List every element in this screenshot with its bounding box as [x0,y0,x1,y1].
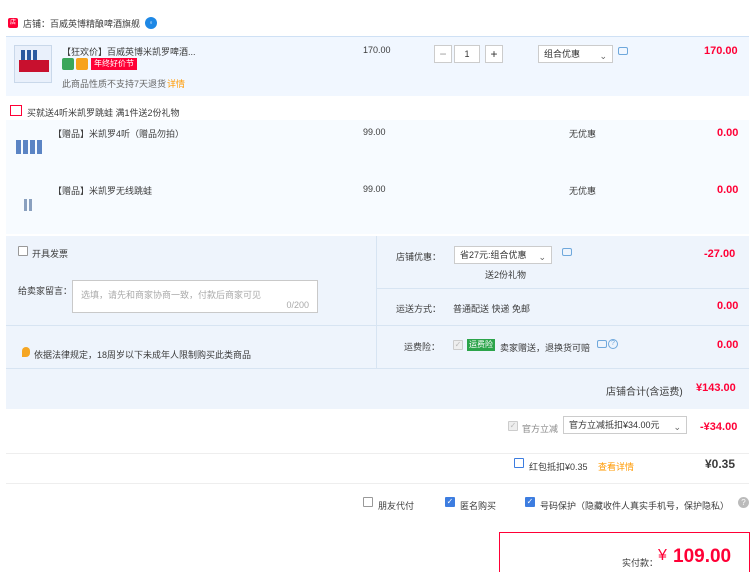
divider [6,483,749,484]
insurance-checkbox[interactable]: ✓ [453,340,463,350]
official-discount-value: -¥34.00 [700,421,738,433]
help-icon[interactable]: ? [738,497,749,508]
official-discount-select-value: 官方立减抵扣¥34.00元 [569,420,660,430]
discount-select[interactable]: 组合优惠 ⌄ [538,45,613,63]
shipping-fee: 0.00 [717,300,739,312]
store-name[interactable]: 店铺：百威英博精酿啤酒旗舰 [23,17,140,30]
chat-icon[interactable] [618,47,628,55]
gift-subtotal: 0.00 [717,184,739,196]
gift-icon [10,105,22,116]
quantity-input[interactable]: 1 [454,45,480,63]
gift-row: 【赠品】米凯罗4听（赠品勿拍） 99.00 无优惠 0.00 [6,120,749,177]
product-row: 【狂欢价】百威英博米凯罗啤酒... 年终好价节 此商品性质不支持7天退货 详情 … [6,36,749,96]
divider [376,288,749,289]
message-counter: 0/200 [286,300,309,310]
unit-price: 170.00 [363,45,391,55]
chat-icon[interactable] [562,248,572,256]
gift-price: 99.00 [363,184,386,194]
friend-pay-label: 朋友代付 [378,501,415,511]
quantity-plus-button[interactable]: + [485,45,503,63]
store-icon: 店 [8,18,18,28]
store-total-value: ¥143.00 [696,382,736,394]
message-placeholder: 选填，请先和商家协商一致，付款后商家可见 [81,290,262,300]
order-options-panel: 开具发票 给卖家留言： 选填，请先和商家协商一致，付款后商家可见 0/200 依… [6,236,749,409]
chevron-down-icon: ⌄ [673,422,681,432]
gift-thumbnail[interactable] [14,128,44,158]
privacy-label: 号码保护（隐藏收件人真实手机号，保护隐私） [540,501,730,511]
official-discount-checkbox[interactable]: ✓ [508,421,518,431]
redpacket-checkbox[interactable] [514,458,524,468]
final-amount: 109.00 [673,546,732,567]
gift-title[interactable]: 【赠品】米凯罗4听（赠品勿拍） [53,127,184,140]
store-discount-select[interactable]: 省27元:组合优惠 ⌄ [454,246,552,264]
promo-tag: 年终好价节 [91,58,137,70]
final-payment-label: 实付款： [622,558,659,568]
store-discount-label: 店铺优惠： [396,252,442,262]
gift-subtotal: 0.00 [717,127,739,139]
anonymous-checkbox[interactable]: ✓ [445,497,455,507]
gift-price: 99.00 [363,127,386,137]
privacy-checkbox[interactable]: ✓ [525,497,535,507]
gift-discount: 无优惠 [569,129,597,139]
divider [6,453,749,454]
insurance-fee: 0.00 [717,339,739,351]
divider [376,325,749,326]
coupon-badge-icon [76,58,88,70]
product-thumbnail[interactable] [14,45,52,83]
quantity-minus-button[interactable]: − [434,45,452,63]
chevron-down-icon: ⌄ [599,51,607,61]
redpacket-detail-link[interactable]: 查看详情 [598,460,634,473]
gift-thumbnail[interactable] [20,185,50,215]
shipping-method: 普通配送 快递 免邮 [453,304,531,314]
store-discount-gift: 送2份礼物 [485,270,527,280]
chat-icon[interactable] [597,340,607,348]
gift-discount: 无优惠 [569,186,597,196]
divider [6,368,749,369]
gift-title[interactable]: 【赠品】米凯罗无线跳蛙 [53,184,152,197]
gift-row: 【赠品】米凯罗无线跳蛙 99.00 无优惠 0.00 [6,177,749,234]
no-return-notice: 此商品性质不支持7天退货 [62,79,167,89]
redpacket-label: 红包抵扣¥0.35 [529,462,588,472]
store-discount-select-value: 省27元:组合优惠 [460,250,527,260]
discount-select-value: 组合优惠 [544,49,581,59]
insurance-text: 卖家赠送，退换货可赔 [500,343,591,353]
product-title[interactable]: 【狂欢价】百威英博米凯罗啤酒... [62,45,202,58]
legal-notice: 依据法律规定，18周岁以下未成年人限制购买此类商品 [34,350,252,360]
message-label: 给卖家留言： [18,286,73,296]
divider [376,236,377,368]
chat-bubble-icon[interactable]: ◦ [145,17,157,29]
anonymous-label: 匿名购买 [460,501,497,511]
store-discount-value: -27.00 [704,248,736,260]
store-total-label: 店铺合计(含运费) [606,387,683,398]
gift-header: 买就送4听米凯罗跳蛙 满1件送2份礼物 [27,108,180,118]
invoice-checkbox[interactable] [18,246,28,256]
final-payment-box: 实付款： ¥ 109.00 [499,532,750,572]
message-textarea[interactable]: 选填，请先和商家协商一致，付款后商家可见 0/200 [72,280,318,313]
chevron-down-icon: ⌄ [538,252,546,262]
invoice-label: 开具发票 [32,249,69,259]
detail-link[interactable]: 详情 [167,77,185,90]
insurance-tag: 运费险 [467,339,495,351]
redpacket-value: ¥0.35 [705,457,736,471]
item-subtotal: 170.00 [704,45,738,57]
insurance-label: 运费险： [404,342,441,352]
location-pin-icon [22,347,30,357]
final-currency: ¥ [658,547,667,564]
official-discount-label: 官方立减 [522,424,559,434]
official-discount-select[interactable]: 官方立减抵扣¥34.00元 ⌄ [563,416,687,434]
divider [6,325,376,326]
friend-pay-checkbox[interactable] [363,497,373,507]
promo-badge-icon [62,58,74,70]
help-icon[interactable]: ? [608,339,618,349]
shipping-label: 运送方式： [396,304,442,314]
